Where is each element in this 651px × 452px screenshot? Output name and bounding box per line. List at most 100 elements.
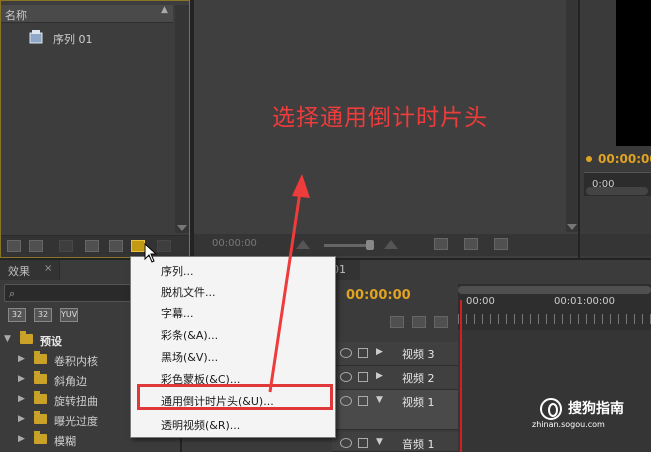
annotation-text: 选择通用倒计时片头 bbox=[272, 105, 488, 131]
add-marker-icon[interactable] bbox=[434, 316, 448, 328]
folder-icon bbox=[34, 371, 47, 384]
program-controls bbox=[580, 234, 651, 256]
zoom-in-icon[interactable] bbox=[384, 240, 398, 249]
icon-view-icon[interactable] bbox=[29, 240, 43, 252]
program-timecode[interactable]: 00:00:00 bbox=[598, 152, 651, 166]
eye-icon[interactable] bbox=[340, 348, 352, 358]
menu-item-bars-tone[interactable]: 彩条(&A)... bbox=[131, 323, 337, 344]
folder-icon bbox=[20, 331, 33, 344]
track-label: 音频 1 bbox=[402, 438, 435, 451]
menu-item-label: 字幕... bbox=[161, 307, 194, 320]
collapsed-triangle-icon[interactable]: ▶ bbox=[18, 374, 25, 384]
collapse-arrow-icon[interactable]: ▲ bbox=[161, 5, 168, 15]
safe-margins-icon[interactable] bbox=[434, 238, 448, 250]
playhead[interactable] bbox=[460, 300, 462, 452]
search-icon: ⌕ bbox=[9, 287, 16, 300]
effects-tree-label: 斜角边 bbox=[54, 375, 87, 388]
folder-icon bbox=[34, 391, 47, 404]
mouse-cursor-icon bbox=[144, 243, 158, 263]
monitor-scrollbar[interactable] bbox=[566, 0, 578, 232]
ruler-ticks bbox=[458, 314, 651, 324]
menu-item-label: 透明视频(&R)... bbox=[161, 419, 241, 432]
accelerated-effects-icon[interactable]: 32 bbox=[8, 308, 26, 322]
close-icon[interactable]: × bbox=[44, 263, 52, 274]
ruler-label-minute: 00:01:00:00 bbox=[554, 296, 616, 307]
menu-item-transparent-video[interactable]: 透明视频(&R)... bbox=[131, 413, 337, 434]
timeline-zoom-bar[interactable] bbox=[458, 286, 651, 294]
highlight-box bbox=[137, 384, 333, 410]
snap-icon[interactable] bbox=[390, 316, 404, 328]
folder-icon bbox=[34, 431, 47, 444]
clear-icon[interactable] bbox=[157, 240, 171, 252]
collapsed-triangle-icon[interactable]: ▶ bbox=[18, 434, 25, 444]
lock-icon[interactable] bbox=[358, 372, 368, 382]
program-preview bbox=[616, 0, 651, 146]
collapsed-triangle-icon[interactable]: ▶ bbox=[18, 394, 25, 404]
watermark: 搜狗指南 zhinan.sogou.com bbox=[532, 396, 650, 432]
zoom-out-icon[interactable] bbox=[296, 240, 310, 249]
folder-icon bbox=[34, 351, 47, 364]
sequence-icon bbox=[29, 30, 43, 44]
loop-icon[interactable] bbox=[464, 238, 478, 250]
tab-effects-label: 效果 bbox=[8, 265, 30, 278]
expanded-triangle-icon[interactable]: ▼ bbox=[376, 437, 383, 447]
menu-item-title[interactable]: 字幕... bbox=[131, 301, 337, 322]
program-ruler[interactable]: 0:00 bbox=[584, 172, 651, 196]
menu-item-black-video[interactable]: 黑场(&V)... bbox=[131, 345, 337, 366]
eye-icon[interactable] bbox=[340, 396, 352, 406]
collapsed-triangle-icon[interactable]: ▶ bbox=[376, 371, 383, 381]
timeline-ruler[interactable]: 00:00 00:01:00:00 bbox=[458, 284, 651, 330]
ruler-label-start: 00:00 bbox=[466, 296, 495, 307]
expanded-triangle-icon[interactable]: ▼ bbox=[376, 395, 383, 405]
program-monitor: 00:00:00 0:00 bbox=[580, 0, 651, 258]
collapsed-triangle-icon[interactable]: ▶ bbox=[18, 414, 25, 424]
project-column-header[interactable]: 名称 bbox=[1, 5, 173, 23]
effects-tree-label: 模糊 bbox=[54, 435, 76, 448]
automate-icon[interactable] bbox=[59, 240, 73, 252]
track-label: 视频 1 bbox=[402, 396, 435, 409]
new-bin-icon[interactable] bbox=[109, 240, 123, 252]
find-icon[interactable] bbox=[85, 240, 99, 252]
menu-item-label: 脱机文件... bbox=[161, 286, 216, 299]
timecode-dot-icon bbox=[586, 156, 592, 162]
marker-icon[interactable] bbox=[412, 316, 426, 328]
track-video-2[interactable]: ▶ 视频 2 bbox=[332, 366, 458, 390]
track-label: 视频 3 bbox=[402, 348, 435, 361]
program-zoom-bar[interactable] bbox=[586, 187, 648, 195]
lock-icon[interactable] bbox=[358, 396, 368, 406]
collapsed-triangle-icon[interactable]: ▶ bbox=[376, 347, 383, 357]
watermark-brand: 搜狗指南 bbox=[568, 401, 624, 417]
list-view-icon[interactable] bbox=[7, 240, 21, 252]
project-item-label: 序列 01 bbox=[53, 33, 93, 46]
scroll-down-icon[interactable] bbox=[567, 224, 577, 230]
column-header-name: 名称 bbox=[5, 9, 27, 22]
tab-effects[interactable]: 效果 × bbox=[0, 260, 60, 280]
eye-icon[interactable] bbox=[340, 372, 352, 382]
32bit-effects-icon[interactable]: 32 bbox=[34, 308, 52, 322]
expanded-triangle-icon[interactable]: ▼ bbox=[4, 334, 11, 344]
timeline-track-area[interactable] bbox=[458, 330, 651, 452]
effects-tree-label: 预设 bbox=[40, 335, 62, 348]
effects-tree-label: 旋转扭曲 bbox=[54, 395, 98, 408]
track-video-3[interactable]: ▶ 视频 3 bbox=[332, 342, 458, 366]
timeline-timecode[interactable]: 00:00:00 bbox=[346, 288, 411, 303]
collapsed-triangle-icon[interactable]: ▶ bbox=[18, 354, 25, 364]
menu-item-offline-file[interactable]: 脱机文件... bbox=[131, 280, 337, 301]
menu-item-sequence[interactable]: 序列... bbox=[131, 259, 337, 280]
zoom-slider-handle[interactable] bbox=[366, 240, 374, 250]
monitor-timecode: 00:00:00 bbox=[212, 238, 257, 249]
scroll-down-icon[interactable] bbox=[177, 225, 187, 231]
speaker-icon[interactable] bbox=[340, 438, 352, 448]
effects-tree-label: 曝光过度 bbox=[54, 415, 98, 428]
new-item-icon[interactable] bbox=[131, 240, 145, 252]
yuv-effects-icon[interactable]: YUV bbox=[60, 308, 78, 322]
lock-icon[interactable] bbox=[358, 438, 368, 448]
track-audio-1[interactable]: ▼ 音频 1 bbox=[332, 432, 458, 452]
folder-icon bbox=[34, 411, 47, 424]
menu-item-label: 黑场(&V)... bbox=[161, 351, 219, 364]
track-video-1[interactable]: ▼ 视频 1 bbox=[332, 390, 458, 430]
project-scrollbar[interactable] bbox=[175, 5, 189, 233]
menu-item-label: 彩条(&A)... bbox=[161, 329, 219, 342]
lock-icon[interactable] bbox=[358, 348, 368, 358]
output-icon[interactable] bbox=[494, 238, 508, 250]
